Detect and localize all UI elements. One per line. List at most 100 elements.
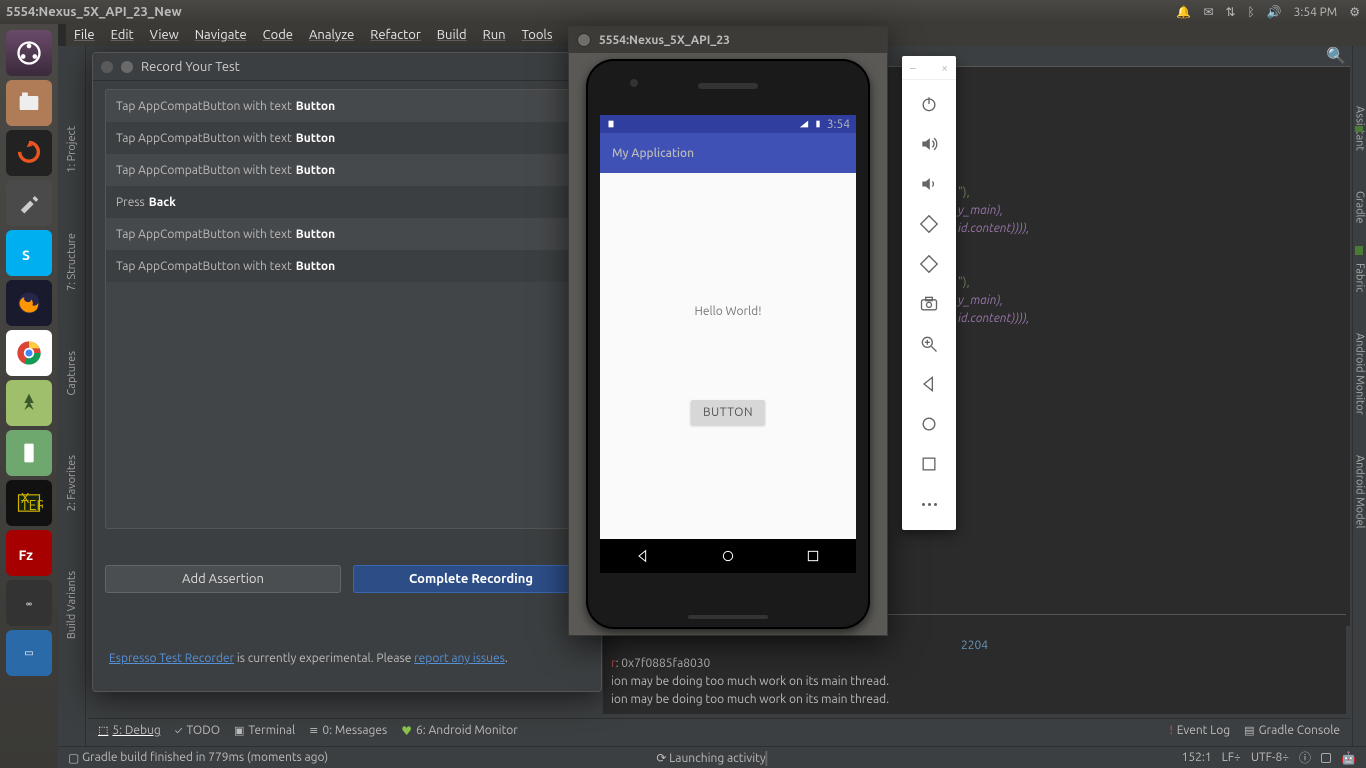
androidstudio-icon[interactable] [6, 380, 52, 426]
menu-tools[interactable]: Tools [522, 28, 553, 42]
menu-edit[interactable]: Edit [111, 28, 134, 42]
menu-navigate[interactable]: Navigate [195, 28, 247, 42]
tab-fabric[interactable]: Fabric [1354, 263, 1366, 292]
tab-gradle-console[interactable]: ▤ Gradle Console [1244, 724, 1340, 737]
step-row[interactable]: PressBack [106, 186, 588, 218]
tab-messages[interactable]: ≡ 0: Messages [309, 724, 387, 737]
android-clock: 3:54 [827, 118, 850, 131]
menu-refactor[interactable]: Refactor [370, 28, 421, 42]
tab-build-variants[interactable]: Build Variants [66, 571, 78, 639]
volume-up-icon[interactable] [902, 124, 956, 164]
menu-build[interactable]: Build [437, 28, 467, 42]
app-icon-2[interactable]: ▭ [6, 630, 52, 676]
recents-icon[interactable] [805, 548, 821, 564]
skype-icon[interactable]: S [6, 230, 52, 276]
files-icon[interactable] [6, 80, 52, 126]
emulator-title: 5554:Nexus_5X_API_23 [599, 34, 730, 47]
nav-home-icon[interactable] [902, 404, 956, 444]
tab-favorites[interactable]: 2: Favorites [66, 455, 78, 511]
camera-hole [630, 79, 638, 87]
rotate-left-icon[interactable] [902, 204, 956, 244]
tab-todo[interactable]: ✓ TODO [175, 724, 220, 737]
tab-structure[interactable]: 7: Structure [66, 233, 78, 291]
back-icon[interactable] [635, 548, 651, 564]
rotate-right-icon[interactable] [902, 244, 956, 284]
emulator-window: 5554:Nexus_5X_API_23 3:54 My Application… [568, 26, 888, 636]
battery-icon [813, 119, 823, 129]
zoom-icon[interactable] [902, 324, 956, 364]
notification-icon[interactable]: 🔔 [1176, 5, 1191, 19]
android-statusbar[interactable]: 3:54 [600, 115, 856, 133]
dialog-title: Record Your Test [141, 60, 240, 74]
bluetooth-icon[interactable]: ᛒ [1247, 6, 1254, 19]
updates-icon[interactable] [6, 130, 52, 176]
android-icon[interactable]: 🤖 [1341, 751, 1356, 765]
volume-icon[interactable]: 🔊 [1267, 5, 1282, 19]
complete-recording-button[interactable]: Complete Recording [353, 565, 589, 593]
menu-code[interactable]: Code [263, 28, 293, 42]
gear-icon[interactable]: ⚙ [1349, 5, 1360, 19]
menu-file[interactable]: File [74, 28, 95, 42]
toolbar-minimize[interactable]: – [910, 62, 916, 79]
emulator-titlebar[interactable]: 5554:Nexus_5X_API_23 [569, 27, 887, 53]
power-icon[interactable] [902, 84, 956, 124]
screenshot-icon[interactable] [902, 284, 956, 324]
clock[interactable]: 3:54 PM [1294, 6, 1338, 19]
tab-android-model[interactable]: Android Model [1354, 455, 1366, 528]
step-row[interactable]: Tap AppCompatButton with textButton [106, 154, 588, 186]
emulator-launcher-icon[interactable] [6, 430, 52, 476]
step-row[interactable]: Tap AppCompatButton with textButton [106, 122, 588, 154]
tab-project[interactable]: 1: Project [66, 126, 78, 173]
app-content[interactable]: Hello World! BUTTON [600, 173, 856, 539]
status-center: ⟳ Launching activity [656, 751, 767, 765]
tab-gradle[interactable]: Gradle [1354, 191, 1366, 224]
dialog-close-icon[interactable] [101, 61, 113, 73]
app-icon-1[interactable]: ∞ [6, 580, 52, 626]
tab-android-monitor-side[interactable]: Android Monitor [1354, 333, 1366, 415]
xterm-icon[interactable]: XTERM [6, 480, 52, 526]
nav-back-icon[interactable] [902, 364, 956, 404]
network-icon[interactable]: ⇅ [1225, 5, 1235, 19]
search-icon[interactable]: 🔍 [1326, 46, 1346, 65]
menu-analyze[interactable]: Analyze [309, 28, 354, 42]
lock-icon[interactable] [1321, 753, 1331, 763]
dash-icon[interactable] [6, 30, 52, 76]
more-icon[interactable] [902, 484, 956, 524]
tab-event-log[interactable]: ! Event Log [1169, 724, 1230, 737]
toolbar-close[interactable]: × [941, 62, 948, 79]
home-icon[interactable] [720, 548, 736, 564]
add-assertion-button[interactable]: Add Assertion [105, 565, 341, 593]
file-encoding[interactable]: UTF-8÷ [1251, 751, 1289, 764]
dialog-min-icon[interactable] [121, 61, 133, 73]
step-row[interactable]: Tap AppCompatButton with textButton [106, 250, 588, 282]
nav-overview-icon[interactable] [902, 444, 956, 484]
line-separator[interactable]: LF÷ [1222, 751, 1241, 764]
tab-debug[interactable]: ⬚ 5: Debug [98, 724, 161, 737]
step-row[interactable]: Tap AppCompatButton with textButton [106, 218, 588, 250]
tab-terminal[interactable]: ▣ Terminal [234, 724, 295, 737]
ide-statusbar: ▢ Gradle build finished in 779ms (moment… [58, 746, 1366, 768]
filezilla-icon[interactable]: Fz [6, 530, 52, 576]
chrome-icon[interactable] [6, 330, 52, 376]
tab-android-monitor[interactable]: ♥ 6: Android Monitor [401, 724, 518, 738]
context-icon[interactable]: ⓘ [1299, 749, 1311, 766]
recorder-footer: Espresso Test Recorder is currently expe… [109, 652, 585, 665]
speaker-grill [698, 83, 758, 89]
tab-captures[interactable]: Captures [66, 351, 78, 395]
sample-button[interactable]: BUTTON [691, 400, 765, 425]
mail-icon[interactable]: ✉ [1203, 5, 1213, 19]
settings-icon[interactable] [6, 180, 52, 226]
caret-position[interactable]: 152:1 [1182, 751, 1212, 764]
volume-down-icon[interactable] [902, 164, 956, 204]
menu-run[interactable]: Run [483, 28, 506, 42]
espresso-recorder-link[interactable]: Espresso Test Recorder [109, 652, 234, 665]
firefox-icon[interactable] [6, 280, 52, 326]
status-icon[interactable]: ▢ [68, 751, 79, 765]
step-row[interactable]: Tap AppCompatButton with textButton [106, 90, 588, 122]
report-issues-link[interactable]: report any issues [414, 652, 505, 665]
window-button-icon[interactable] [577, 33, 591, 47]
android-navbar [600, 539, 856, 573]
menu-view[interactable]: View [150, 28, 179, 42]
device-screen[interactable]: 3:54 My Application Hello World! BUTTON [600, 115, 856, 573]
recorded-steps-list[interactable]: Tap AppCompatButton with textButton Tap … [105, 89, 589, 529]
